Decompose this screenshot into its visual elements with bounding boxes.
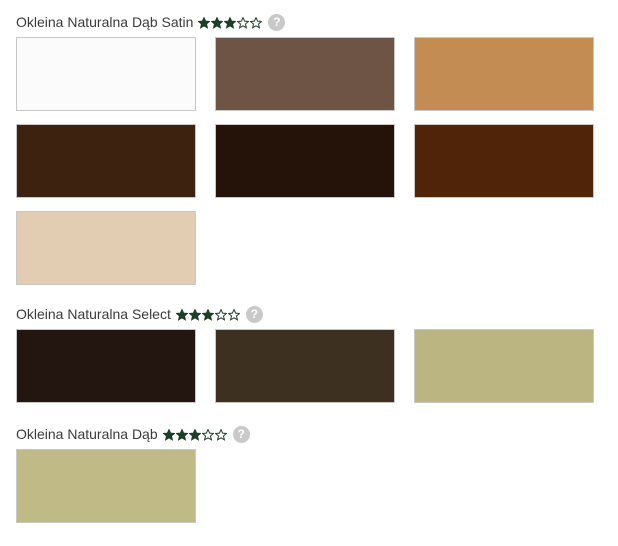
veneer-swatch[interactable]: [16, 329, 196, 403]
star-empty-icon: [227, 308, 241, 321]
veneer-swatch[interactable]: [16, 124, 196, 198]
help-icon[interactable]: ?: [232, 425, 250, 443]
section-heading: Okleina Naturalna Dąb ?: [16, 424, 592, 444]
veneer-swatch[interactable]: [414, 124, 594, 198]
veneer-swatch[interactable]: [215, 37, 395, 111]
star-filled-icon: [210, 16, 225, 29]
veneer-swatch[interactable]: [414, 329, 594, 403]
veneer-section-dab-satin: Okleina Naturalna Dąb Satin ?: [16, 12, 594, 285]
section-title: Okleina Naturalna Dąb: [16, 426, 158, 442]
star-empty-icon: [236, 16, 251, 29]
help-icon[interactable]: ?: [268, 13, 286, 31]
star-empty-icon: [249, 16, 264, 29]
star-filled-icon: [175, 428, 189, 441]
star-filled-icon: [162, 428, 176, 441]
rating-stars: [197, 16, 264, 29]
veneer-section-select: Okleina Naturalna Select ?: [16, 304, 594, 403]
section-title: Okleina Naturalna Dąb Satin: [16, 14, 194, 30]
star-empty-icon: [201, 428, 215, 441]
veneer-swatch[interactable]: [414, 37, 594, 111]
star-filled-icon: [188, 428, 202, 441]
veneer-swatch[interactable]: [215, 329, 395, 403]
star-filled-icon: [188, 308, 202, 321]
star-empty-icon: [214, 308, 228, 321]
swatch-grid: [16, 37, 594, 285]
veneer-section-dab: Okleina Naturalna Dąb ?: [16, 424, 592, 523]
veneer-swatch[interactable]: [16, 37, 196, 111]
section-heading: Okleina Naturalna Dąb Satin ?: [16, 12, 592, 32]
veneer-swatch[interactable]: [16, 211, 196, 285]
star-filled-icon: [223, 16, 238, 29]
veneer-swatch[interactable]: [16, 449, 196, 523]
swatch-grid: [16, 449, 592, 523]
star-empty-icon: [214, 428, 228, 441]
rating-stars: [175, 308, 241, 321]
help-icon[interactable]: ?: [245, 305, 263, 323]
swatch-grid: [16, 329, 594, 403]
star-filled-icon: [197, 16, 212, 29]
veneer-swatch[interactable]: [215, 124, 395, 198]
section-title: Okleina Naturalna Select: [16, 306, 171, 322]
star-filled-icon: [175, 308, 189, 321]
section-heading: Okleina Naturalna Select ?: [16, 304, 592, 324]
rating-stars: [162, 428, 228, 441]
star-filled-icon: [201, 308, 215, 321]
